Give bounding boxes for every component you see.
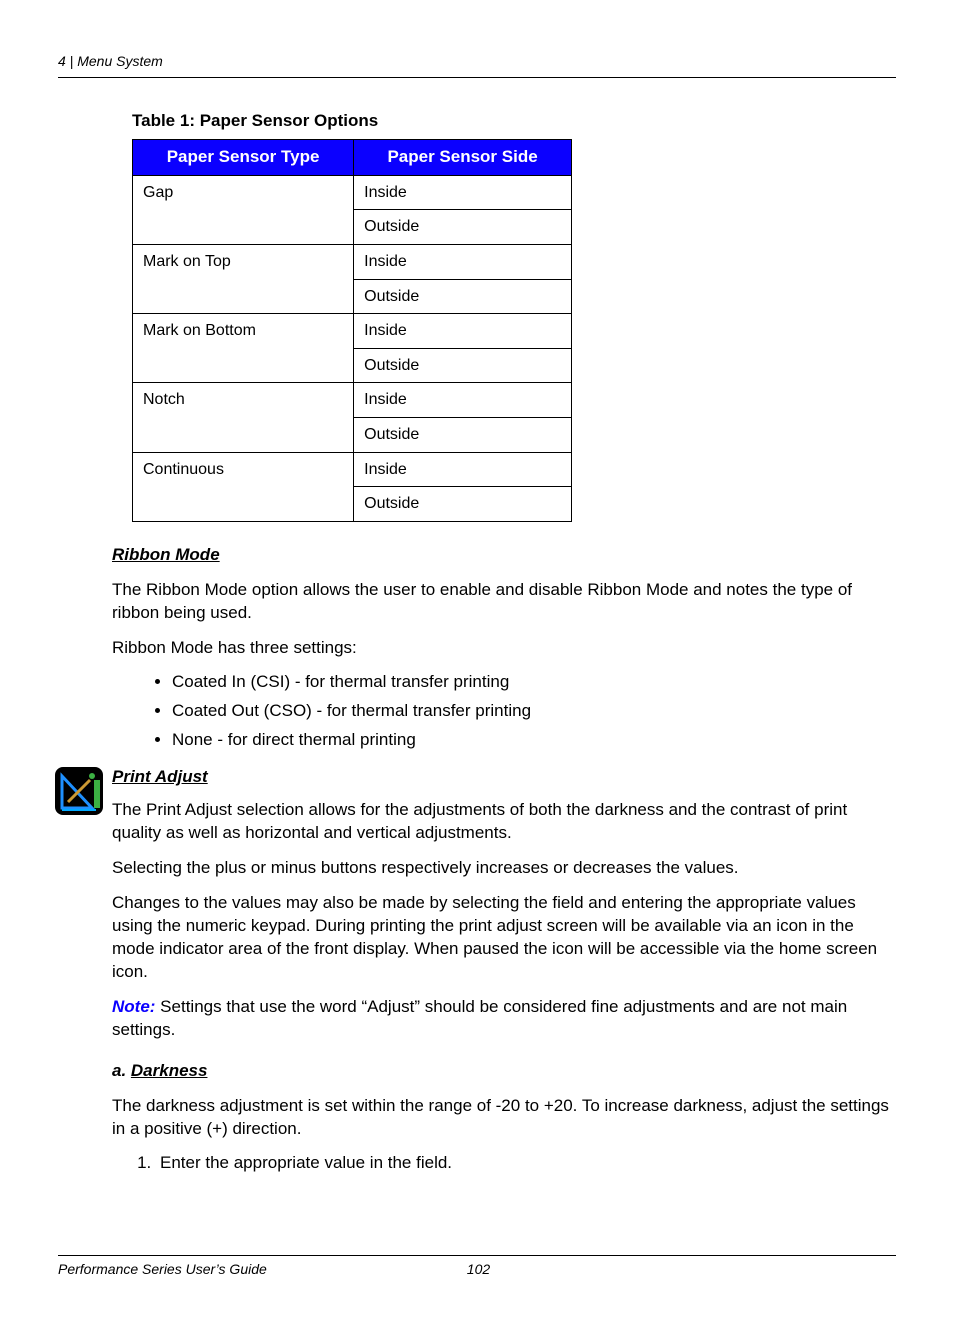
table-header-type: Paper Sensor Type bbox=[133, 139, 354, 175]
note-paragraph: Note: Settings that use the word “Adjust… bbox=[112, 996, 896, 1042]
darkness-title: Darkness bbox=[131, 1061, 208, 1080]
cell-side: Outside bbox=[354, 487, 572, 522]
darkness-heading: a. Darkness bbox=[112, 1060, 896, 1083]
cell-side: Inside bbox=[354, 175, 572, 210]
print-adjust-heading: Print Adjust bbox=[112, 766, 896, 789]
cell-type: Mark on Bottom bbox=[133, 314, 354, 383]
cell-side: Outside bbox=[354, 417, 572, 452]
table-header-side: Paper Sensor Side bbox=[354, 139, 572, 175]
table-row: Mark on TopInside bbox=[133, 244, 572, 279]
ribbon-settings-list: Coated In (CSI) - for thermal transfer p… bbox=[112, 671, 896, 752]
cell-type: Continuous bbox=[133, 452, 354, 521]
list-item: None - for direct thermal printing bbox=[172, 729, 896, 752]
darkness-prefix: a. bbox=[112, 1061, 131, 1080]
cell-side: Outside bbox=[354, 210, 572, 245]
table-row: GapInside bbox=[133, 175, 572, 210]
chapter-sep: | bbox=[66, 53, 77, 69]
table-row: NotchInside bbox=[133, 383, 572, 418]
cell-side: Inside bbox=[354, 383, 572, 418]
cell-side: Inside bbox=[354, 244, 572, 279]
footer-page-number: 102 bbox=[467, 1260, 490, 1279]
ribbon-mode-heading: Ribbon Mode bbox=[112, 544, 896, 567]
table-row: Mark on BottomInside bbox=[133, 314, 572, 349]
cell-type: Gap bbox=[133, 175, 354, 244]
cell-type: Notch bbox=[133, 383, 354, 452]
note-label: Note: bbox=[112, 997, 155, 1016]
page-footer: Performance Series User’s Guide 102 bbox=[58, 1255, 896, 1279]
body-text: The Ribbon Mode option allows the user t… bbox=[112, 579, 896, 625]
body-text: Ribbon Mode has three settings: bbox=[112, 637, 896, 660]
print-adjust-icon bbox=[54, 766, 104, 816]
chapter-title: Menu System bbox=[77, 53, 163, 69]
list-item: Coated In (CSI) - for thermal transfer p… bbox=[172, 671, 896, 694]
paper-sensor-table: Paper Sensor Type Paper Sensor Side GapI… bbox=[132, 139, 572, 522]
body-text: The darkness adjustment is set within th… bbox=[112, 1095, 896, 1141]
cell-side: Inside bbox=[354, 452, 572, 487]
body-text: Changes to the values may also be made b… bbox=[112, 892, 896, 984]
cell-side: Outside bbox=[354, 279, 572, 314]
cell-type: Mark on Top bbox=[133, 244, 354, 313]
table-row: ContinuousInside bbox=[133, 452, 572, 487]
note-text: Settings that use the word “Adjust” shou… bbox=[112, 997, 847, 1039]
darkness-steps: Enter the appropriate value in the field… bbox=[112, 1152, 896, 1175]
footer-title: Performance Series User’s Guide bbox=[58, 1260, 267, 1279]
cell-side: Inside bbox=[354, 314, 572, 349]
list-item: Coated Out (CSO) - for thermal transfer … bbox=[172, 700, 896, 723]
page-header: 4 | Menu System bbox=[58, 52, 896, 78]
cell-side: Outside bbox=[354, 348, 572, 383]
body-text: The Print Adjust selection allows for th… bbox=[112, 799, 896, 845]
table-caption: Table 1: Paper Sensor Options bbox=[132, 110, 896, 133]
list-item: Enter the appropriate value in the field… bbox=[156, 1152, 896, 1175]
body-text: Selecting the plus or minus buttons resp… bbox=[112, 857, 896, 880]
chapter-number: 4 bbox=[58, 53, 66, 69]
